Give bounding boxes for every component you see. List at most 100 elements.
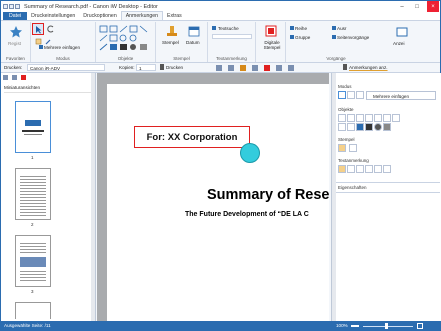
object-tool[interactable] xyxy=(374,114,382,122)
ribbon-tabs: Datei Druckeinstellungen Druckoptionen A… xyxy=(1,11,440,21)
document-view: For: XX Corporation Summary of Rese The … xyxy=(97,73,329,321)
object-tool[interactable] xyxy=(356,123,364,131)
select-tool-button[interactable] xyxy=(338,91,346,99)
page-number: 1 xyxy=(31,155,34,160)
object-tool[interactable] xyxy=(383,114,391,122)
tab-druckeinstellungen[interactable]: Druckeinstellungen xyxy=(27,12,79,20)
insert-multiple-button[interactable]: Mehrere einfügen xyxy=(44,45,80,50)
insert-multiple-panel-button[interactable]: Mehrere einfügen xyxy=(366,91,436,100)
text-annotation-tool[interactable] xyxy=(383,165,391,173)
pen-icon[interactable] xyxy=(45,38,52,45)
text-annotation-tool[interactable] xyxy=(347,165,355,173)
text-annotation-box[interactable]: For: XX Corporation xyxy=(134,126,250,148)
text-annotation-tool[interactable] xyxy=(374,165,382,173)
maximize-button[interactable]: □ xyxy=(411,1,423,12)
display-icon[interactable] xyxy=(396,26,408,38)
digital-stamp-icon[interactable] xyxy=(265,25,277,37)
page-thumbnail[interactable] xyxy=(15,302,51,319)
object-tool[interactable] xyxy=(392,114,400,122)
text-annotation-tool[interactable] xyxy=(356,165,364,173)
stamp-button[interactable]: Stempel xyxy=(162,40,179,45)
stamp-tool[interactable] xyxy=(338,144,346,152)
stamp-icon[interactable] xyxy=(165,25,179,37)
undo-icon[interactable] xyxy=(9,4,14,9)
page-operations-button[interactable]: Seitenvorgänge xyxy=(337,35,369,40)
hand-icon[interactable] xyxy=(35,38,42,45)
date-button[interactable]: Datum xyxy=(186,40,200,45)
status-bar: Ausgewählte Seite: /11 100% xyxy=(1,321,440,331)
object-tool[interactable] xyxy=(365,123,373,131)
copies-value: 1 xyxy=(139,65,142,71)
text-search-button[interactable]: Textsuche xyxy=(218,26,239,31)
print-button[interactable]: Drucken xyxy=(166,65,183,70)
align-button[interactable]: Ausr xyxy=(337,26,346,31)
group-button[interactable]: Gruppe xyxy=(295,35,310,40)
group-label-objects: Objekte xyxy=(117,56,134,61)
page-operations-icon xyxy=(332,35,336,39)
window-title: Summary of Research.pdf - Canon iW Deskt… xyxy=(24,3,158,10)
object-tool[interactable] xyxy=(347,114,355,122)
pointer-icon xyxy=(36,26,42,34)
zoom-slider-thumb[interactable] xyxy=(385,323,388,329)
zoom-in-icon[interactable] xyxy=(417,323,423,329)
tab-extras[interactable]: Extras xyxy=(163,12,186,20)
show-annotations-button[interactable]: Anmerkungen anz. xyxy=(349,65,388,70)
object-tool[interactable] xyxy=(347,123,355,131)
redo-icon[interactable] xyxy=(15,4,20,9)
object-tool[interactable] xyxy=(338,114,346,122)
object-tool[interactable] xyxy=(383,123,391,131)
select-annotation-tool-highlighted[interactable] xyxy=(32,23,44,35)
page-thumbnail[interactable] xyxy=(15,101,51,153)
annotation-text: For: XX Corporation xyxy=(146,131,238,143)
date-stamp-tool[interactable] xyxy=(349,144,357,152)
page-number: 2 xyxy=(31,222,34,227)
zoom-slider[interactable] xyxy=(363,325,413,327)
text-annotation-field[interactable] xyxy=(212,34,252,39)
app-window: Summary of Research.pdf - Canon iW Deskt… xyxy=(0,0,441,331)
status-page-info: Ausgewählte Seite: /11 xyxy=(4,323,51,328)
panel-tabs xyxy=(3,75,33,82)
page-thumbnail[interactable] xyxy=(15,168,51,220)
object-tool[interactable] xyxy=(338,123,346,131)
tab-druckoptionen[interactable]: Druckoptionen xyxy=(79,12,120,20)
tab-datei[interactable]: Datei xyxy=(3,12,28,20)
document-scrollbar[interactable] xyxy=(332,73,336,321)
object-tool[interactable] xyxy=(374,123,382,131)
star-icon[interactable] xyxy=(10,26,22,38)
close-button[interactable]: × xyxy=(427,1,439,12)
order-button[interactable]: Reihe xyxy=(295,26,307,31)
hand-tool-button[interactable] xyxy=(347,91,355,99)
tab-anmerkungen[interactable]: Anmerkungen xyxy=(120,11,164,20)
edit-tools-icons[interactable] xyxy=(216,64,306,72)
save-icon[interactable] xyxy=(3,4,8,9)
pages-tab-icon[interactable] xyxy=(3,75,8,80)
object-tool[interactable] xyxy=(356,114,364,122)
bookmarks-tab-icon[interactable] xyxy=(21,75,26,80)
minimize-button[interactable]: – xyxy=(396,1,408,12)
section-mode: Modus xyxy=(338,84,352,89)
rotate-icon[interactable] xyxy=(47,25,55,33)
quick-access-toolbar xyxy=(3,4,20,9)
date-stamp-icon[interactable] xyxy=(187,25,201,37)
printer-select[interactable]: Canon iR-ADV xyxy=(27,64,105,71)
zoom-level: 100% xyxy=(336,323,348,328)
section-text-annotation: Textanmerkung xyxy=(338,158,369,163)
zoom-out-icon[interactable] xyxy=(351,325,359,327)
group-label-stamp: Stempel xyxy=(173,56,190,61)
rotate-tool-button[interactable] xyxy=(356,91,364,99)
object-tool[interactable] xyxy=(365,114,373,122)
shape-tools-icon[interactable] xyxy=(99,25,153,53)
comments-tab-icon[interactable] xyxy=(12,75,17,80)
text-annotation-tool[interactable] xyxy=(365,165,373,173)
copies-input[interactable]: 1 xyxy=(136,64,156,71)
section-stamp: Stempel xyxy=(338,137,355,142)
annotation-handle[interactable] xyxy=(240,143,260,163)
display-button[interactable]: Anzei xyxy=(393,41,405,46)
annotations-icon xyxy=(343,64,347,70)
thumbnail-scrollbar[interactable] xyxy=(91,73,95,321)
divider xyxy=(336,192,440,193)
page-thumbnail[interactable] xyxy=(15,235,51,287)
thumbnail-text-line xyxy=(22,130,44,132)
printer-select-value: Canon iR-ADV xyxy=(30,65,61,71)
text-annotation-tool[interactable] xyxy=(338,165,346,173)
